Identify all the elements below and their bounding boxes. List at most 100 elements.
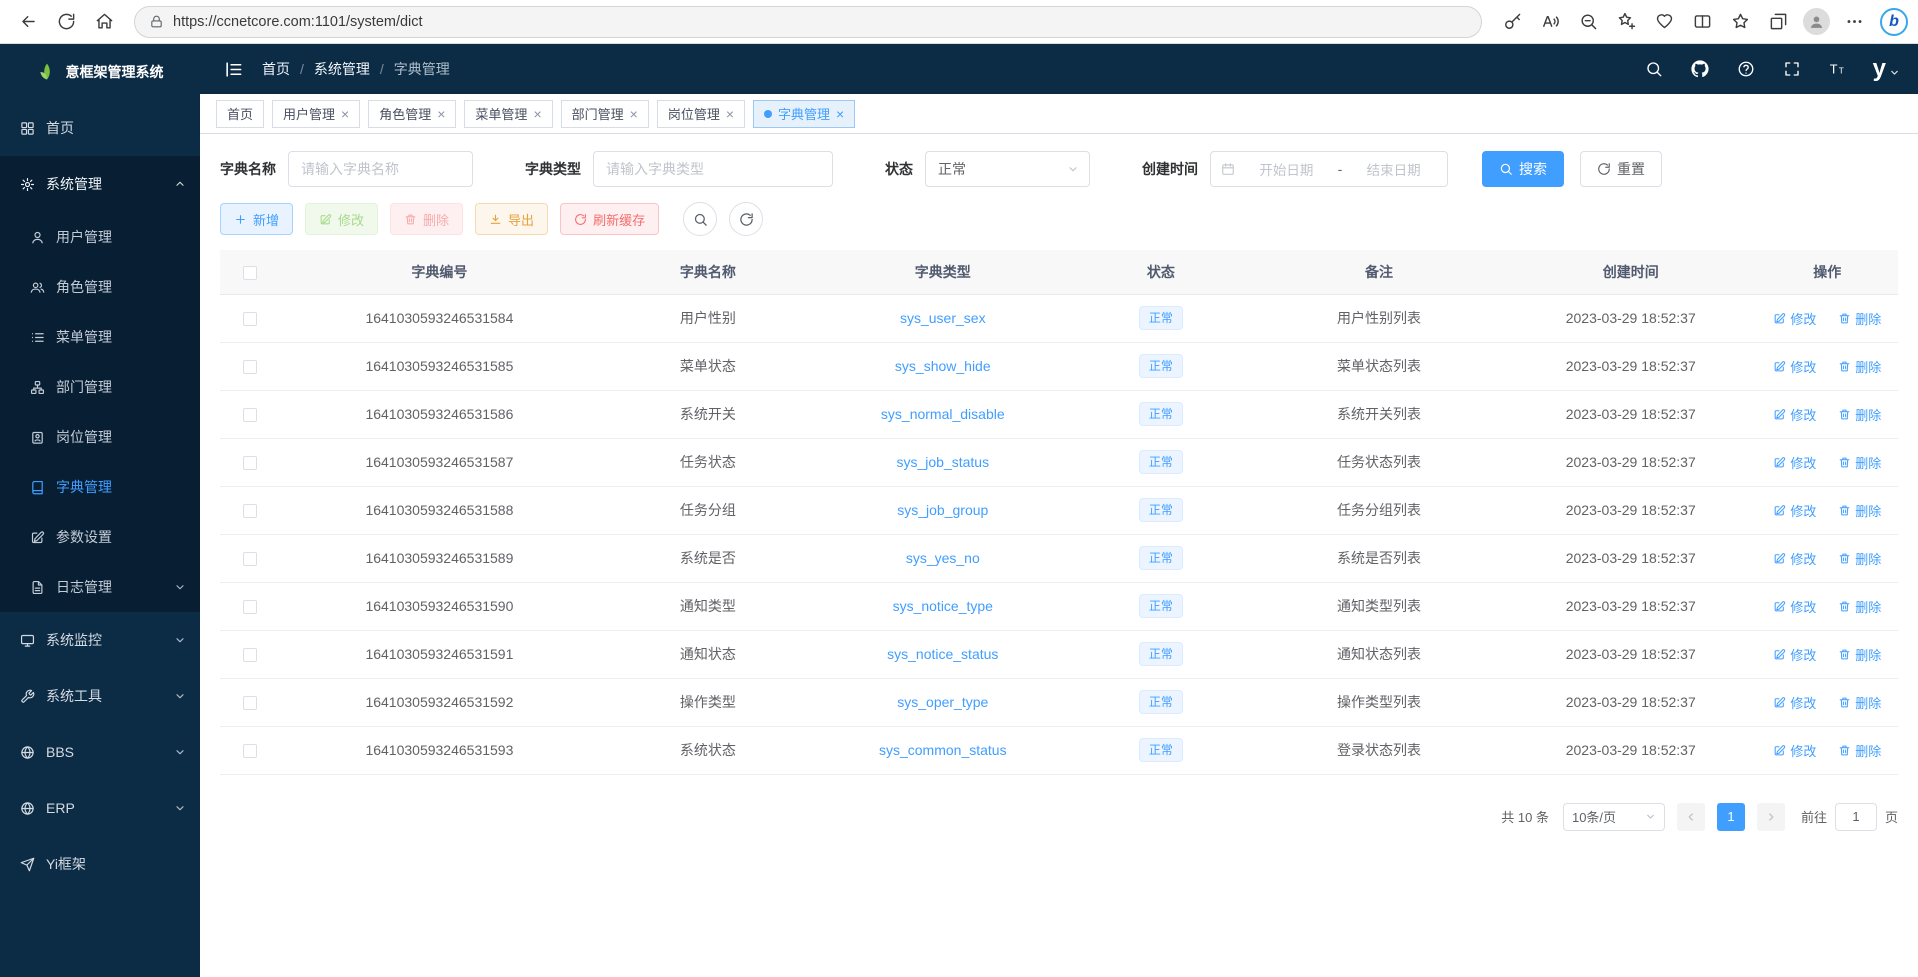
dict-type-link[interactable]: sys_notice_type [893, 598, 993, 614]
row-checkbox[interactable] [243, 552, 257, 566]
dict-type-link[interactable]: sys_show_hide [895, 358, 991, 374]
date-range-picker[interactable]: 开始日期 - 结束日期 [1210, 151, 1448, 187]
tab-dept-management[interactable]: 部门管理 × [561, 100, 649, 128]
split-screen-icon[interactable] [1684, 5, 1720, 39]
sidebar-item-parameters[interactable]: 参数设置 [0, 512, 200, 562]
search-button[interactable]: 搜索 [1482, 151, 1564, 187]
sidebar-item-posts[interactable]: 岗位管理 [0, 412, 200, 462]
read-aloud-icon[interactable] [1532, 5, 1568, 39]
row-checkbox[interactable] [243, 744, 257, 758]
dict-type-link[interactable]: sys_common_status [879, 742, 1007, 758]
delete-row-link[interactable]: 删除 [1838, 645, 1881, 664]
password-key-icon[interactable] [1494, 5, 1530, 39]
dict-type-link[interactable]: sys_yes_no [906, 550, 980, 566]
search-icon[interactable] [1643, 58, 1665, 80]
row-checkbox[interactable] [243, 696, 257, 710]
edit-row-link[interactable]: 修改 [1773, 693, 1816, 712]
row-checkbox[interactable] [243, 408, 257, 422]
edit-row-link[interactable]: 修改 [1773, 309, 1816, 328]
tab-post-management[interactable]: 岗位管理 × [657, 100, 745, 128]
sidebar-item-home[interactable]: 首页 [0, 100, 200, 156]
sidebar-item-system-management[interactable]: 系统管理 [0, 156, 200, 212]
tab-menu-management[interactable]: 菜单管理 × [464, 100, 552, 128]
delete-row-link[interactable]: 删除 [1838, 597, 1881, 616]
export-button[interactable]: 导出 [475, 203, 548, 235]
delete-button[interactable]: 删除 [390, 203, 463, 235]
prev-page-button[interactable] [1677, 803, 1705, 831]
copilot-icon[interactable]: b [1880, 8, 1908, 36]
edit-row-link[interactable]: 修改 [1773, 645, 1816, 664]
sidebar-item-menus[interactable]: 菜单管理 [0, 312, 200, 362]
close-icon[interactable]: × [726, 107, 734, 121]
tab-dict-management[interactable]: 字典管理 × [753, 100, 855, 128]
status-select[interactable]: 正常 [925, 151, 1090, 187]
dict-type-link[interactable]: sys_oper_type [897, 694, 988, 710]
page-size-select[interactable]: 10条/页 [1563, 803, 1665, 831]
github-icon[interactable] [1689, 58, 1711, 80]
tab-role-management[interactable]: 角色管理 × [368, 100, 456, 128]
help-icon[interactable] [1735, 58, 1757, 80]
browser-essentials-icon[interactable] [1646, 5, 1682, 39]
tab-home[interactable]: 首页 [216, 100, 264, 128]
add-button[interactable]: 新增 [220, 203, 293, 235]
page-number-1[interactable]: 1 [1717, 803, 1745, 831]
collections-icon[interactable] [1760, 5, 1796, 39]
row-checkbox[interactable] [243, 648, 257, 662]
address-bar[interactable]: https://ccnetcore.com:1101/system/dict [134, 6, 1482, 38]
favorites-icon[interactable] [1722, 5, 1758, 39]
delete-row-link[interactable]: 删除 [1838, 741, 1881, 760]
font-size-icon[interactable] [1827, 58, 1849, 80]
edit-row-link[interactable]: 修改 [1773, 405, 1816, 424]
dict-type-link[interactable]: sys_user_sex [900, 310, 986, 326]
add-favorite-icon[interactable] [1608, 5, 1644, 39]
breadcrumb-system[interactable]: 系统管理 [314, 59, 370, 79]
edit-row-link[interactable]: 修改 [1773, 357, 1816, 376]
row-checkbox[interactable] [243, 456, 257, 470]
delete-row-link[interactable]: 删除 [1838, 453, 1881, 472]
sidebar-item-erp[interactable]: ERP [0, 780, 200, 836]
close-icon[interactable]: × [630, 107, 638, 121]
dict-type-link[interactable]: sys_job_group [897, 502, 988, 518]
close-icon[interactable]: × [437, 107, 445, 121]
close-icon[interactable]: × [836, 107, 844, 121]
dict-name-input[interactable] [288, 151, 473, 187]
sidebar-item-system-monitor[interactable]: 系统监控 [0, 612, 200, 668]
goto-page-input[interactable] [1835, 803, 1877, 831]
delete-row-link[interactable]: 删除 [1838, 549, 1881, 568]
sidebar-toggle-icon[interactable] [218, 54, 248, 84]
dict-type-link[interactable]: sys_normal_disable [881, 406, 1005, 422]
delete-row-link[interactable]: 删除 [1838, 501, 1881, 520]
tab-user-management[interactable]: 用户管理 × [272, 100, 360, 128]
dict-type-link[interactable]: sys_notice_status [887, 646, 998, 662]
site-permissions-icon[interactable] [149, 14, 164, 29]
row-checkbox[interactable] [243, 600, 257, 614]
browser-refresh-button[interactable] [48, 5, 84, 39]
edit-row-link[interactable]: 修改 [1773, 549, 1816, 568]
close-icon[interactable]: × [341, 107, 349, 121]
reset-button[interactable]: 重置 [1580, 151, 1662, 187]
row-checkbox[interactable] [243, 360, 257, 374]
browser-menu-icon[interactable] [1836, 5, 1872, 39]
sidebar-item-bbs[interactable]: BBS [0, 724, 200, 780]
dict-type-input[interactable] [593, 151, 833, 187]
toggle-search-button[interactable] [683, 202, 717, 236]
app-logo[interactable]: 意框架管理系统 [0, 44, 200, 100]
dict-type-link[interactable]: sys_job_status [896, 454, 989, 470]
edit-row-link[interactable]: 修改 [1773, 597, 1816, 616]
edit-row-link[interactable]: 修改 [1773, 453, 1816, 472]
browser-back-button[interactable] [10, 5, 46, 39]
edit-button[interactable]: 修改 [305, 203, 378, 235]
row-checkbox[interactable] [243, 504, 257, 518]
sidebar-item-yi-framework[interactable]: Yi框架 [0, 836, 200, 892]
zoom-out-icon[interactable] [1570, 5, 1606, 39]
delete-row-link[interactable]: 删除 [1838, 693, 1881, 712]
edit-row-link[interactable]: 修改 [1773, 741, 1816, 760]
refresh-cache-button[interactable]: 刷新缓存 [560, 203, 659, 235]
sidebar-item-departments[interactable]: 部门管理 [0, 362, 200, 412]
sidebar-item-roles[interactable]: 角色管理 [0, 262, 200, 312]
sidebar-item-dictionary[interactable]: 字典管理 [0, 462, 200, 512]
breadcrumb-home[interactable]: 首页 [262, 59, 290, 79]
sidebar-item-system-tools[interactable]: 系统工具 [0, 668, 200, 724]
refresh-table-button[interactable] [729, 202, 763, 236]
row-checkbox[interactable] [243, 312, 257, 326]
